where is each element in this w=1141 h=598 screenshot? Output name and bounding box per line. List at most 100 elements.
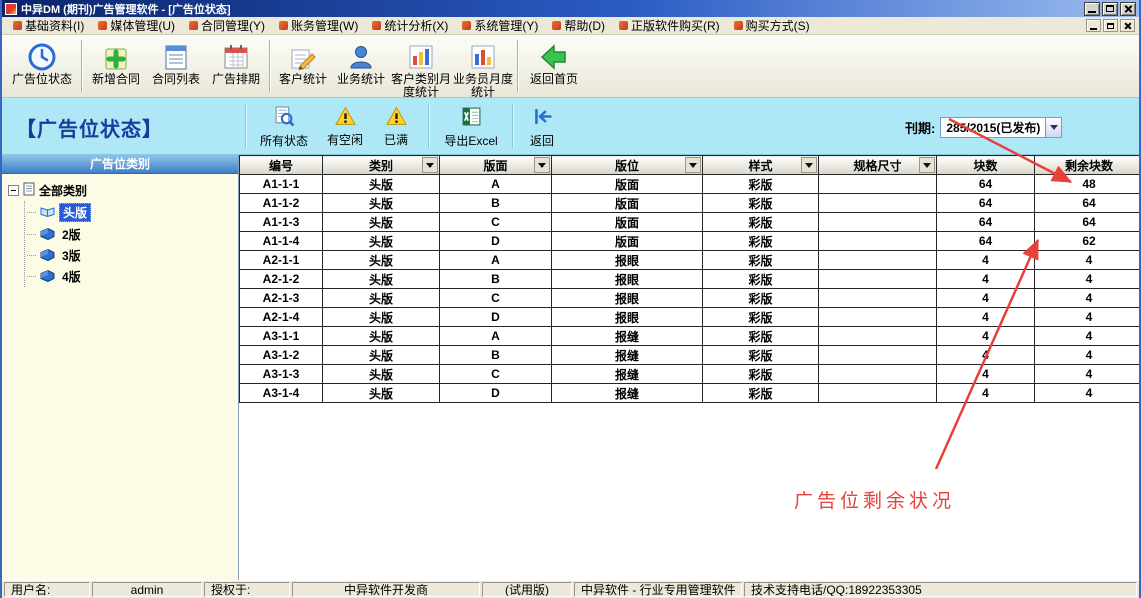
cell: 64	[937, 213, 1035, 232]
cell: 彩版	[703, 384, 819, 403]
toolbar-button-contract-list[interactable]: 合同列表	[146, 38, 206, 86]
return-button[interactable]: 返回	[522, 105, 562, 150]
cell: 头版	[323, 346, 440, 365]
menu-item-icon	[462, 21, 471, 30]
table-row[interactable]: A3-1-1头版A报缝彩版44	[240, 327, 1140, 346]
filter-dropdown-icon[interactable]	[685, 157, 701, 173]
table-row[interactable]: A3-1-2头版B报缝彩版44	[240, 346, 1140, 365]
mdi-window-controls	[1086, 19, 1135, 32]
export-excel-button[interactable]: 导出Excel	[439, 105, 503, 150]
toolbar-button-sales-stats[interactable]: 业务统计	[332, 38, 390, 86]
has-vacancy-button[interactable]: 有空闲	[322, 105, 368, 149]
cell: A	[440, 251, 552, 270]
filter-dropdown-icon[interactable]	[422, 157, 438, 173]
menu-item-statistics[interactable]: 统计分析(X)	[365, 17, 455, 35]
cell	[819, 384, 937, 403]
close-icon	[1124, 22, 1132, 30]
minimize-icon	[1090, 28, 1097, 30]
table-row[interactable]: A2-1-1头版A报眼彩版44	[240, 251, 1140, 270]
toolbar-button-new-contract[interactable]: 新增合同	[86, 38, 146, 86]
cell: 头版	[323, 365, 440, 384]
main-toolbar: 广告位状态 新增合同 合同列表 广告排期 客户统计	[2, 35, 1139, 98]
collapse-icon[interactable]	[8, 185, 19, 196]
table-row[interactable]: A1-1-2头版B版面彩版6464	[240, 194, 1140, 213]
menu-item-contract[interactable]: 合同管理(Y)	[182, 17, 272, 35]
column-header-id[interactable]: 编号	[240, 156, 323, 175]
cell: 4	[937, 365, 1035, 384]
column-header-category[interactable]: 类别	[323, 156, 440, 175]
full-button[interactable]: 已满	[376, 105, 416, 149]
menu-item-buy-license[interactable]: 正版软件购买(R)	[612, 17, 727, 35]
tree-item-page4[interactable]: 4版	[25, 266, 232, 287]
cell: B	[440, 194, 552, 213]
table-row[interactable]: A2-1-2头版B报眼彩版44	[240, 270, 1140, 289]
menu-item-media[interactable]: 媒体管理(U)	[91, 17, 182, 35]
toolbar-button-salesman-monthly-stats[interactable]: 业务员月度统计	[452, 38, 514, 99]
column-header-blocks[interactable]: 块数	[937, 156, 1035, 175]
toolbar-button-back-home[interactable]: 返回首页	[522, 38, 586, 86]
menu-item-basic-data[interactable]: 基础资料(I)	[6, 17, 91, 35]
cell: 报眼	[552, 270, 703, 289]
cell	[819, 346, 937, 365]
toolbar-button-ad-status[interactable]: 广告位状态	[6, 38, 78, 86]
toolbar-button-customer-stats[interactable]: 客户统计	[274, 38, 332, 86]
cell: 64	[937, 175, 1035, 194]
close-button[interactable]	[1120, 2, 1136, 16]
cell: 版面	[552, 175, 703, 194]
table-row[interactable]: A1-1-4头版D版面彩版6462	[240, 232, 1140, 251]
period-select[interactable]: 285/2015(已发布)	[940, 117, 1062, 138]
status-bar: 用户名: admin 授权于: 中异软件开发商 (试用版) 中异软件 - 行业专…	[2, 580, 1139, 598]
cell: A1-1-4	[240, 232, 323, 251]
toolbar-button-ad-schedule[interactable]: 广告排期	[206, 38, 266, 86]
cell: A3-1-3	[240, 365, 323, 384]
table-header-row: 编号 类别 版面 版位 样式 规格尺寸 块数 剩余块数	[240, 156, 1140, 175]
tree-item-front-page[interactable]: 头版	[25, 201, 232, 224]
menu-item-label: 合同管理(Y)	[201, 17, 265, 34]
column-header-style[interactable]: 样式	[703, 156, 819, 175]
column-header-page[interactable]: 版面	[440, 156, 552, 175]
filter-dropdown-icon[interactable]	[801, 157, 817, 173]
menu-item-icon	[189, 21, 198, 30]
tree-item-page3[interactable]: 3版	[25, 245, 232, 266]
status-user-value: admin	[92, 582, 202, 597]
mdi-minimize-button[interactable]	[1086, 19, 1101, 32]
minimize-button[interactable]	[1084, 2, 1100, 16]
chevron-down-icon[interactable]	[1045, 118, 1061, 137]
menu-item-label: 媒体管理(U)	[110, 17, 175, 34]
column-header-remaining-blocks[interactable]: 剩余块数	[1035, 156, 1140, 175]
mdi-restore-button[interactable]	[1103, 19, 1118, 32]
column-header-position[interactable]: 版位	[552, 156, 703, 175]
table-row[interactable]: A1-1-1头版A版面彩版6448	[240, 175, 1140, 194]
table-row[interactable]: A1-1-3头版C版面彩版6464	[240, 213, 1140, 232]
cell: 4	[1035, 289, 1140, 308]
table-row[interactable]: A3-1-3头版C报缝彩版44	[240, 365, 1140, 384]
table-row[interactable]: A2-1-3头版C报眼彩版44	[240, 289, 1140, 308]
tree-root-all-categories[interactable]: 全部类别	[8, 182, 232, 199]
all-status-button[interactable]: 所有状态	[254, 105, 314, 150]
restore-button[interactable]	[1102, 2, 1118, 16]
menu-item-purchase-method[interactable]: 购买方式(S)	[727, 17, 817, 35]
menu-item-finance[interactable]: 账务管理(W)	[272, 17, 365, 35]
tree-item-page2[interactable]: 2版	[25, 224, 232, 245]
back-arrow-icon	[539, 40, 569, 73]
cell: 头版	[323, 194, 440, 213]
cell: 64	[1035, 194, 1140, 213]
filter-dropdown-icon[interactable]	[534, 157, 550, 173]
cell	[819, 327, 937, 346]
menu-bar: 基础资料(I) 媒体管理(U) 合同管理(Y) 账务管理(W) 统计分析(X) …	[2, 17, 1139, 35]
restore-icon	[1106, 5, 1114, 12]
filter-dropdown-icon[interactable]	[919, 157, 935, 173]
cell: 报眼	[552, 289, 703, 308]
mdi-close-button[interactable]	[1120, 19, 1135, 32]
menu-item-help[interactable]: 帮助(D)	[545, 17, 612, 35]
column-header-size[interactable]: 规格尺寸	[819, 156, 937, 175]
cell: A3-1-2	[240, 346, 323, 365]
menu-item-system[interactable]: 系统管理(Y)	[455, 17, 545, 35]
menu-item-label: 账务管理(W)	[291, 17, 358, 34]
period-label: 刊期:	[905, 118, 935, 137]
table-row[interactable]: A2-1-4头版D报眼彩版44	[240, 308, 1140, 327]
cell: A3-1-1	[240, 327, 323, 346]
table-row[interactable]: A3-1-4头版D报缝彩版44	[240, 384, 1140, 403]
toolbar-button-customer-monthly-stats[interactable]: 客户类别月度统计	[390, 38, 452, 99]
clock-icon	[27, 40, 57, 73]
